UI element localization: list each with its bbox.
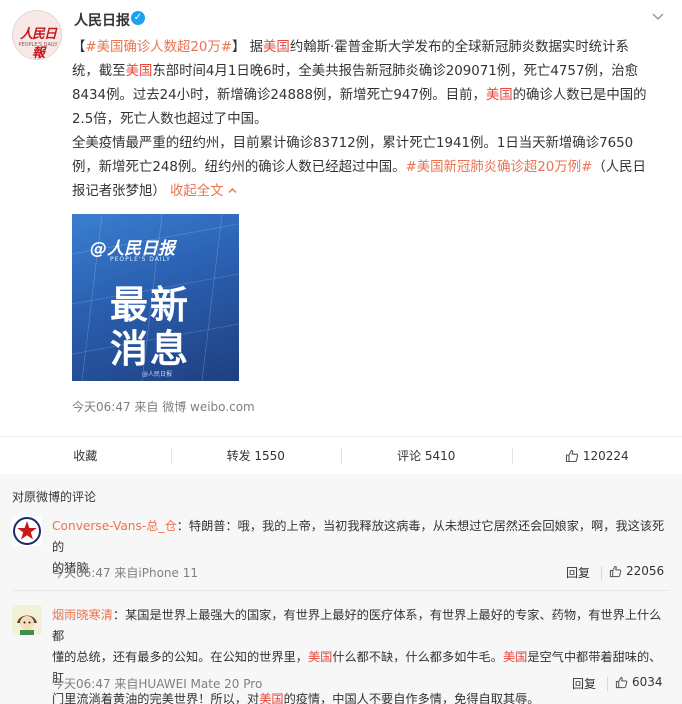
highlight-keyword: 美国 xyxy=(485,88,513,103)
action-bar: 收藏 转发 1550 评论 5410 120224 xyxy=(0,436,682,474)
commenter-avatar[interactable] xyxy=(12,516,42,546)
image-brand-subtext: PEOPLE'S DAILY xyxy=(110,256,171,263)
repost-label: 转发 1550 xyxy=(226,449,285,463)
comments-section: 对原微博的评论 Converse-Vans-总_仓：特朗普：哦，我的上帝，当初我… xyxy=(0,474,682,704)
post-paragraph-2: 全美疫情最严重的纽约州，目前累计确诊83712例，累计死亡1941例。1日当天新… xyxy=(72,132,670,204)
image-headline-line2: 消息 xyxy=(110,327,191,371)
collapse-label: 收起全文 xyxy=(170,184,224,199)
content-text: 2.5倍，死亡人数也超过了中国。 xyxy=(72,112,268,127)
avatar-logo-subtext: PEOPLE'S DAILY xyxy=(18,42,58,48)
comment-like-count: 22056 xyxy=(626,564,665,578)
converse-star-logo-icon xyxy=(12,516,42,546)
content-text: 约翰斯·霍普金斯大学发布的全球新冠肺炎数据实时统计系 xyxy=(289,40,629,55)
favorite-label: 收藏 xyxy=(73,449,98,463)
highlight-keyword: 美国 xyxy=(502,650,528,664)
content-text: 全美疫情最严重的纽约州，目前累计确诊83712例，累计死亡1941例。1日当天新… xyxy=(72,136,634,151)
commenter-name-link[interactable]: 烟雨晓寒清 xyxy=(52,608,113,622)
author-avatar[interactable]: 人民日報 PEOPLE'S DAILY xyxy=(12,10,62,60)
comment-meta: 今天06:47 来自iPhone 11 xyxy=(52,566,198,580)
comment-text: 什么都不缺，什么都多如牛毛。 xyxy=(332,650,503,664)
like-count: 120224 xyxy=(582,448,629,463)
favorite-button[interactable]: 收藏 xyxy=(0,437,171,474)
highlight-keyword: 美国 xyxy=(125,64,153,79)
comment-meta: 今天06:47 来自HUAWEI Mate 20 Pro xyxy=(52,677,263,691)
content-text: 报记者张梦旭） xyxy=(72,184,166,199)
post-paragraph-1: 【#美国确诊人数超20万#】 据美国约翰斯·霍普金斯大学发布的全球新冠肺炎数据实… xyxy=(72,36,670,132)
comment-label: 评论 5410 xyxy=(397,449,456,463)
chevron-up-icon xyxy=(228,188,237,193)
content-text: 统，截至 xyxy=(72,64,126,79)
commenter-avatar[interactable] xyxy=(12,605,42,635)
post-content: 【#美国确诊人数超20万#】 据美国约翰斯·霍普金斯大学发布的全球新冠肺炎数据实… xyxy=(72,36,670,204)
repost-button[interactable]: 转发 1550 xyxy=(170,437,342,474)
news-image-thumbnail[interactable]: @人民日报 PEOPLE'S DAILY 最新 消息 @人民日报 xyxy=(72,214,239,381)
content-text: 】 据 xyxy=(232,40,264,55)
content-text: 东部时间4月1日晚6时，全美共报告新冠肺炎确诊209071例，死亡4757例，治… xyxy=(152,64,639,79)
comment-text: 懂的总统，还有最多的公知。在公知的世界里， xyxy=(52,650,308,664)
comment-like-count: 6034 xyxy=(632,675,663,689)
content-text: （人民日 xyxy=(592,160,646,175)
weibo-post: 人民日報 PEOPLE'S DAILY 人民日报 ✓ 【#美国确诊人数超20万#… xyxy=(0,0,682,436)
verified-badge-icon: ✓ xyxy=(131,11,145,25)
author-name[interactable]: 人民日报 xyxy=(74,10,130,30)
commenter-name-link[interactable]: Converse-Vans-总_仓 xyxy=(52,519,177,533)
comment-divider xyxy=(12,590,670,591)
comment-text: ：某国是世界上最强大的国家，有世界上最好的医疗体系，有世界上最好的专家、药物，有… xyxy=(52,608,662,643)
comment-like-button[interactable]: 22056 xyxy=(609,564,664,578)
cartoon-avatar-icon xyxy=(12,605,42,635)
reply-button[interactable]: 回复 xyxy=(566,564,590,581)
thumbs-up-icon xyxy=(609,565,622,577)
content-text: 【 xyxy=(72,40,86,55)
reply-button[interactable]: 回复 xyxy=(572,675,596,692)
content-text: 例，新增死亡248例。纽约州的确诊人数已经超过中国。 xyxy=(72,160,406,175)
highlight-keyword: 美国 xyxy=(259,692,284,704)
divider xyxy=(607,677,608,691)
comments-title: 对原微博的评论 xyxy=(12,490,97,504)
comment-button[interactable]: 评论 5410 xyxy=(341,437,512,474)
topic-tag-link[interactable]: #美国确诊人数超20万# xyxy=(85,40,232,55)
like-button[interactable]: 120224 xyxy=(511,437,682,474)
image-watermark: @人民日报 xyxy=(142,371,173,378)
comment-like-button[interactable]: 6034 xyxy=(615,675,663,689)
comment-text: 的疫情，中国人不要自作多情，免得自取其辱。 xyxy=(283,692,540,704)
chevron-down-icon[interactable] xyxy=(649,8,667,26)
content-text: 8434例。过去24小时，新增确诊24888例，新增死亡947例。目前， xyxy=(72,88,486,103)
comment-text: 门里流淌着黄油的完美世界！所以，对 xyxy=(52,692,260,704)
collapse-text-link[interactable]: 收起全文 xyxy=(170,184,238,199)
post-meta: 今天06:47 来自 微博 weibo.com xyxy=(72,400,255,414)
topic-tag-link[interactable]: #美国新冠肺炎确诊超20万例# xyxy=(406,160,593,175)
thumbs-up-icon xyxy=(615,676,628,688)
highlight-keyword: 美国 xyxy=(307,650,333,664)
content-text: 的确诊人数已是中国的 xyxy=(512,88,647,103)
divider xyxy=(601,566,602,580)
highlight-keyword: 美国 xyxy=(263,40,290,55)
thumbs-up-icon xyxy=(565,449,579,462)
